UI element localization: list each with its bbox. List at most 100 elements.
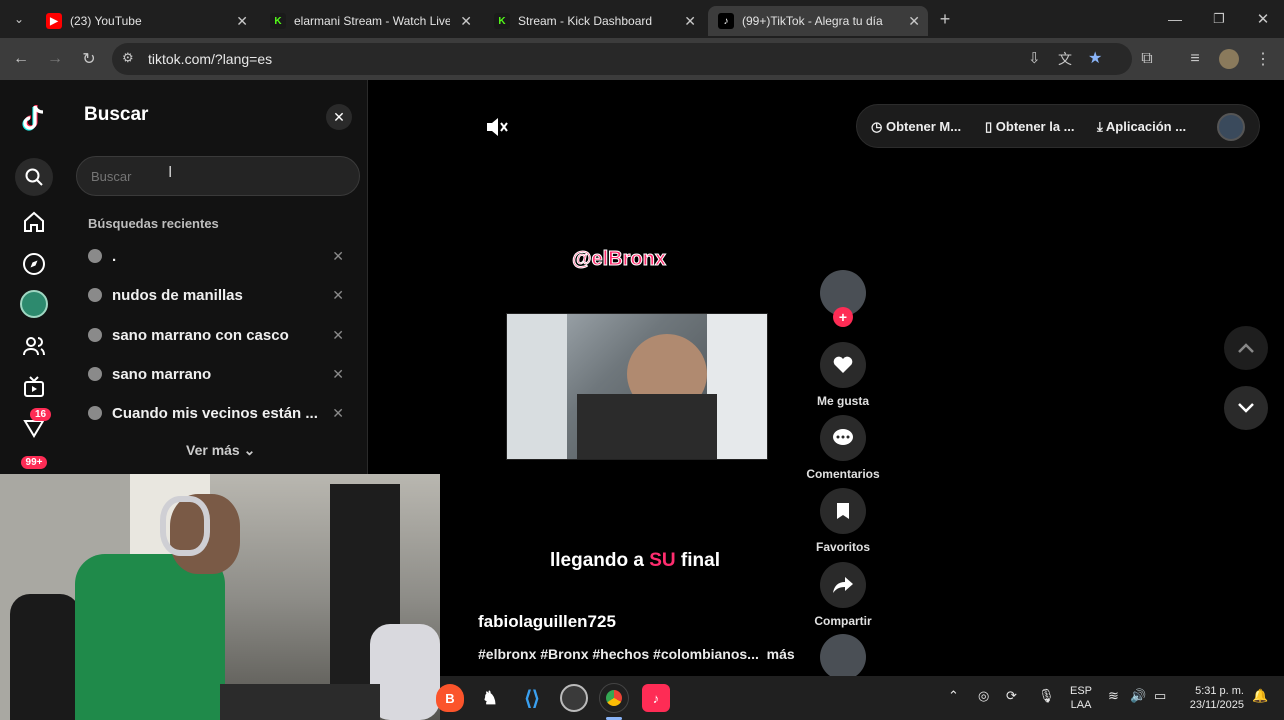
recent-search-item[interactable]: Cuando mis vecinos están ... ✕ xyxy=(88,398,344,428)
profile-icon[interactable]: 99+ xyxy=(20,452,48,472)
follow-plus-icon[interactable]: + xyxy=(833,307,853,327)
like-button[interactable] xyxy=(820,342,866,388)
recent-search-text: sano marrano xyxy=(112,365,212,383)
history-icon xyxy=(88,288,102,302)
media-icon[interactable]: ≡ xyxy=(1184,48,1206,70)
caption-text: final xyxy=(675,550,720,571)
menu-icon[interactable]: ⋮ xyxy=(1252,48,1274,70)
history-icon xyxy=(88,406,102,420)
tab-search-icon[interactable]: ⌄ xyxy=(8,8,30,30)
tab-title: elarmani Stream - Watch Live o xyxy=(294,14,450,28)
address-bar[interactable]: ⚙ tiktok.com/?lang=es ⇩ 文 ★ xyxy=(112,43,1132,75)
comments-button[interactable] xyxy=(820,415,866,461)
tab-tiktok[interactable]: ♪ (99+)TikTok - Alegra tu día ✕ xyxy=(708,6,928,36)
install-icon[interactable]: ⇩ xyxy=(1028,49,1041,67)
brave-icon[interactable]: B xyxy=(436,684,464,712)
previous-video-button[interactable] xyxy=(1224,326,1268,370)
recent-search-item[interactable]: sano marrano con casco ✕ xyxy=(88,320,344,350)
notifications-icon[interactable]: 🔔 xyxy=(1252,688,1268,704)
history-icon xyxy=(88,367,102,381)
author-name[interactable]: fabiolaguillen725 xyxy=(478,612,616,632)
get-coins-button[interactable]: ◷ Obtener M... xyxy=(871,119,961,135)
tab-elarmani[interactable]: K elarmani Stream - Watch Live o ✕ xyxy=(260,6,480,36)
explore-icon[interactable] xyxy=(20,250,48,278)
app-download-button[interactable]: ⤓ Aplicación ... xyxy=(1097,119,1186,135)
user-avatar[interactable] xyxy=(1217,113,1245,141)
taskbar: B ♞ ⟨⟩ ♪ ⌃ ◎ ⟳ 🎙 ESP LAA ≋ 🔊 ▭ 5:31 p. m.… xyxy=(436,676,1284,720)
kick-icon: K xyxy=(270,13,286,29)
remove-icon[interactable]: ✕ xyxy=(332,287,344,304)
favorites-button[interactable] xyxy=(820,488,866,534)
browser-toolbar: ← → ↻ ⚙ tiktok.com/?lang=es ⇩ 文 ★ ⧉ ≡ ⋮ xyxy=(0,38,1284,80)
battery-icon[interactable]: ▭ xyxy=(1154,688,1166,704)
sync-icon[interactable]: ⟳ xyxy=(1006,688,1017,704)
app-ghost-icon[interactable]: ♞ xyxy=(476,684,504,712)
see-more-label: Ver más xyxy=(186,442,240,458)
recent-search-item[interactable]: sano marrano ✕ xyxy=(88,359,344,389)
obs-icon[interactable] xyxy=(560,684,588,712)
search-icon[interactable] xyxy=(15,158,53,196)
tab-youtube[interactable]: ▶ (23) YouTube ✕ xyxy=(36,6,256,36)
window-close-icon[interactable]: ✕ xyxy=(1252,8,1274,30)
close-tab-icon[interactable]: ✕ xyxy=(908,13,920,30)
following-avatar-icon[interactable] xyxy=(20,290,48,318)
recent-search-text: nudos de manillas xyxy=(112,286,243,304)
microphone-icon[interactable]: 🎙 xyxy=(1038,688,1055,704)
input-language[interactable]: ESP LAA xyxy=(1070,684,1092,712)
home-icon[interactable] xyxy=(20,208,48,236)
top-actions-bar: ◷ Obtener M... ▯ Obtener la ... ⤓ Aplica… xyxy=(856,104,1260,148)
live-icon[interactable] xyxy=(20,373,48,401)
tiktok-app-icon[interactable]: ♪ xyxy=(642,684,670,712)
volume-icon[interactable]: 🔊 xyxy=(1130,688,1146,704)
new-tab-icon[interactable]: + xyxy=(934,8,956,30)
chrome-icon[interactable] xyxy=(599,683,629,713)
translate-icon[interactable]: 文 xyxy=(1058,49,1072,69)
recent-search-item[interactable]: . ✕ xyxy=(88,241,344,271)
remove-icon[interactable]: ✕ xyxy=(332,405,344,422)
back-icon[interactable]: ← xyxy=(10,48,32,70)
reload-icon[interactable]: ↻ xyxy=(78,48,100,70)
close-panel-icon[interactable]: ✕ xyxy=(326,104,352,130)
search-input[interactable] xyxy=(76,156,360,196)
clock[interactable]: 5:31 p. m. 23/11/2025 xyxy=(1184,684,1244,712)
site-info-icon[interactable]: ⚙ xyxy=(122,50,134,66)
friends-icon[interactable] xyxy=(20,332,48,360)
close-tab-icon[interactable]: ✕ xyxy=(460,13,472,30)
hashtags[interactable]: #elbronx #Bronx #hechos #colombianos... xyxy=(478,646,759,662)
recent-search-item[interactable]: nudos de manillas ✕ xyxy=(88,280,344,310)
tiktok-logo-icon[interactable] xyxy=(20,104,48,132)
remove-icon[interactable]: ✕ xyxy=(332,327,344,344)
minimize-icon[interactable]: — xyxy=(1164,8,1186,30)
kick-icon: K xyxy=(494,13,510,29)
more-link[interactable]: más xyxy=(767,646,795,662)
tab-kick-dashboard[interactable]: K Stream - Kick Dashboard ✕ xyxy=(484,6,704,36)
mute-icon[interactable] xyxy=(484,114,510,140)
next-video-button[interactable] xyxy=(1224,386,1268,430)
vscode-icon[interactable]: ⟨⟩ xyxy=(518,684,546,712)
caption-highlight: SU xyxy=(649,550,676,571)
restore-icon[interactable]: ❐ xyxy=(1208,8,1230,30)
profile-badge: 99+ xyxy=(20,455,48,469)
share-button[interactable] xyxy=(820,562,866,608)
close-tab-icon[interactable]: ✕ xyxy=(684,13,696,30)
remove-icon[interactable]: ✕ xyxy=(332,366,344,383)
see-more-button[interactable]: Ver más ⌄ xyxy=(186,442,255,459)
close-tab-icon[interactable]: ✕ xyxy=(236,13,248,30)
bookmark-star-icon[interactable]: ★ xyxy=(1088,48,1102,68)
comments-label: Comentarios xyxy=(806,467,880,481)
profile-avatar[interactable] xyxy=(1218,48,1240,70)
extensions-icon[interactable]: ⧉ xyxy=(1136,48,1158,70)
inbox-icon[interactable]: 16 xyxy=(20,408,52,442)
panel-title: Buscar xyxy=(84,104,149,125)
music-disc-avatar[interactable] xyxy=(820,634,866,680)
forward-icon[interactable]: → xyxy=(44,48,66,70)
video-thumbnail[interactable] xyxy=(506,313,768,460)
tray-app-icon[interactable]: ◎ xyxy=(978,688,989,704)
wifi-icon[interactable]: ≋ xyxy=(1108,688,1119,704)
get-coins-label: Obtener M... xyxy=(885,119,962,134)
remove-icon[interactable]: ✕ xyxy=(332,248,344,265)
get-app-button[interactable]: ▯ Obtener la ... xyxy=(985,119,1075,135)
tray-chevron-icon[interactable]: ⌃ xyxy=(948,688,959,704)
inbox-badge: 16 xyxy=(30,408,52,421)
tab-title: Stream - Kick Dashboard xyxy=(518,14,653,28)
